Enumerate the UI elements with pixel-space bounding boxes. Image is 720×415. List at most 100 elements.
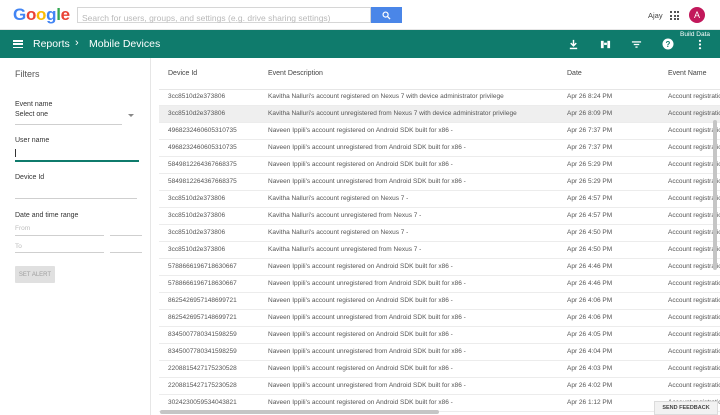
event-description-cell: Kavitha Nalluri's account registered on …	[268, 195, 409, 202]
table-row[interactable]: 3cc8510d2e373806 Kavitha Nalluri's accoun…	[159, 89, 720, 106]
from-time-field[interactable]	[110, 235, 142, 236]
table-row[interactable]: 3cc8510d2e373806 Kavitha Nalluri's accoun…	[159, 106, 720, 123]
search-icon	[382, 10, 391, 20]
event-description-cell: Naveen Ippili's account registered on An…	[268, 331, 453, 338]
logo-letter: G	[13, 5, 26, 24]
reports-toolbar: Reports › Mobile Devices Build Data ?	[0, 30, 720, 58]
device-id-cell: 3024230059534043821	[168, 399, 237, 406]
event-name-cell: Account registration	[668, 93, 720, 100]
device-id-cell: 4968232460605310735	[168, 144, 237, 151]
date-cell: Apr 26 8:24 PM	[567, 93, 613, 100]
event-description-cell: Kavitha Nalluri's account unregistered f…	[268, 212, 422, 219]
device-id-label: Device Id	[15, 174, 45, 181]
from-date-field[interactable]: From	[15, 225, 30, 232]
set-alert-button[interactable]: SET ALERT	[15, 266, 55, 283]
date-cell: Apr 26 1:12 PM	[567, 399, 613, 406]
date-cell: Apr 26 5:29 PM	[567, 161, 613, 168]
filters-sidebar: Filters Event name Select one User name …	[0, 58, 151, 415]
date-cell: Apr 26 4:57 PM	[567, 195, 613, 202]
avatar[interactable]: A	[689, 7, 705, 23]
google-logo[interactable]: Google	[13, 6, 70, 24]
logo-letter: g	[46, 5, 57, 24]
event-description-cell: Naveen Ippili's account registered on An…	[268, 399, 453, 406]
from-date-underline	[15, 235, 104, 236]
horizontal-scrollbar[interactable]	[160, 410, 439, 414]
event-description-cell: Naveen Ippili's account unregistered fro…	[268, 280, 466, 287]
more-options-icon[interactable]	[694, 38, 706, 50]
event-name-select[interactable]: Select one	[15, 111, 134, 123]
event-name-underline	[15, 124, 122, 125]
event-name-cell: Account registration	[668, 110, 720, 117]
to-date-field[interactable]: To	[15, 243, 22, 250]
event-description-cell: Naveen Ippili's account registered on An…	[268, 127, 453, 134]
send-feedback-button[interactable]: SEND FEEDBACK	[654, 401, 718, 415]
table-header: Device Id Event Description Date Event N…	[159, 58, 720, 90]
date-cell: Apr 26 4:05 PM	[567, 331, 613, 338]
table-row[interactable]: 2208815427175230528 Naveen Ippili's accou…	[159, 378, 720, 395]
date-cell: Apr 26 4:57 PM	[567, 212, 613, 219]
column-header-device-id[interactable]: Device Id	[168, 70, 197, 77]
logo-letter: o	[36, 5, 47, 24]
event-description-cell: Naveen Ippili's account registered on An…	[268, 297, 453, 304]
table-row[interactable]: 3cc8510d2e373806 Kavitha Nalluri's accoun…	[159, 208, 720, 225]
table-row[interactable]: 8625426957148699721 Naveen Ippili's accou…	[159, 293, 720, 310]
manage-columns-icon[interactable]	[599, 38, 611, 50]
column-header-date[interactable]: Date	[567, 70, 582, 77]
to-time-field[interactable]	[110, 252, 142, 253]
date-cell: Apr 26 4:03 PM	[567, 365, 613, 372]
filters-title: Filters	[15, 69, 40, 79]
device-id-cell: 8625426957148699721	[168, 297, 237, 304]
table-row[interactable]: 3cc8510d2e373806 Kavitha Nalluri's accoun…	[159, 191, 720, 208]
device-id-cell: 2208815427175230528	[168, 382, 237, 389]
table-row[interactable]: 4968232460605310735 Naveen Ippili's accou…	[159, 123, 720, 140]
device-id-cell: 5849812264367668375	[168, 178, 237, 185]
table-row[interactable]: 8625426957148699721 Naveen Ippili's accou…	[159, 310, 720, 327]
event-description-cell: Naveen Ippili's account registered on An…	[268, 365, 453, 372]
table-row[interactable]: 8345007780341598259 Naveen Ippili's accou…	[159, 327, 720, 344]
table-row[interactable]: 5788666196718630667 Naveen Ippili's accou…	[159, 259, 720, 276]
device-id-cell: 3cc8510d2e373806	[168, 110, 226, 117]
menu-icon[interactable]	[13, 40, 23, 48]
device-id-cell: 3cc8510d2e373806	[168, 93, 226, 100]
help-icon[interactable]: ?	[662, 38, 674, 50]
table-row[interactable]: 3cc8510d2e373806 Kavitha Nalluri's accoun…	[159, 242, 720, 259]
table-row[interactable]: 4968232460605310735 Naveen Ippili's accou…	[159, 140, 720, 157]
device-id-cell: 8345007780341598259	[168, 348, 237, 355]
search-input[interactable]	[78, 11, 370, 25]
date-cell: Apr 26 4:06 PM	[567, 314, 613, 321]
table-row[interactable]: 5849812264367668375 Naveen Ippili's accou…	[159, 174, 720, 191]
device-id-field[interactable]	[15, 198, 137, 199]
user-name-field[interactable]	[15, 160, 139, 162]
table-row[interactable]: 8345007780341598259 Naveen Ippili's accou…	[159, 344, 720, 361]
device-id-cell: 2208815427175230528	[168, 365, 237, 372]
column-header-event-name[interactable]: Event Name	[668, 70, 707, 77]
table-row[interactable]: 5788666196718630667 Naveen Ippili's accou…	[159, 276, 720, 293]
vertical-scrollbar[interactable]	[713, 120, 717, 270]
event-name-cell: Account registration	[668, 382, 720, 389]
build-data-label: Build Data	[680, 31, 710, 38]
breadcrumb-reports[interactable]: Reports	[33, 38, 70, 50]
apps-grid-icon[interactable]	[670, 11, 679, 20]
breadcrumb-separator: ›	[75, 37, 79, 49]
table-row[interactable]: 5849812264367668375 Naveen Ippili's accou…	[159, 157, 720, 174]
event-description-cell: Naveen Ippili's account unregistered fro…	[268, 144, 466, 151]
table-row[interactable]: 2208815427175230528 Naveen Ippili's accou…	[159, 361, 720, 378]
event-name-cell: Account registration	[668, 348, 720, 355]
event-description-cell: Naveen Ippili's account registered on An…	[268, 263, 453, 270]
logo-letter: o	[25, 5, 37, 24]
search-box	[77, 7, 371, 25]
user-name-label: User name	[15, 137, 50, 144]
device-id-cell: 4968232460605310735	[168, 127, 237, 134]
event-name-cell: Account registration	[668, 314, 720, 321]
event-name-value: Select one	[15, 111, 49, 118]
search-button[interactable]	[371, 7, 402, 23]
date-cell: Apr 26 4:06 PM	[567, 297, 613, 304]
column-header-event-description[interactable]: Event Description	[268, 70, 323, 77]
date-cell: Apr 26 4:04 PM	[567, 348, 613, 355]
device-id-cell: 5849812264367668375	[168, 161, 237, 168]
filter-icon[interactable]	[630, 38, 642, 50]
text-cursor	[15, 149, 16, 157]
download-icon[interactable]	[567, 38, 579, 50]
table-row[interactable]: 3cc8510d2e373806 Kavitha Nalluri's accoun…	[159, 225, 720, 242]
event-description-cell: Kavitha Nalluri's account unregistered f…	[268, 246, 422, 253]
